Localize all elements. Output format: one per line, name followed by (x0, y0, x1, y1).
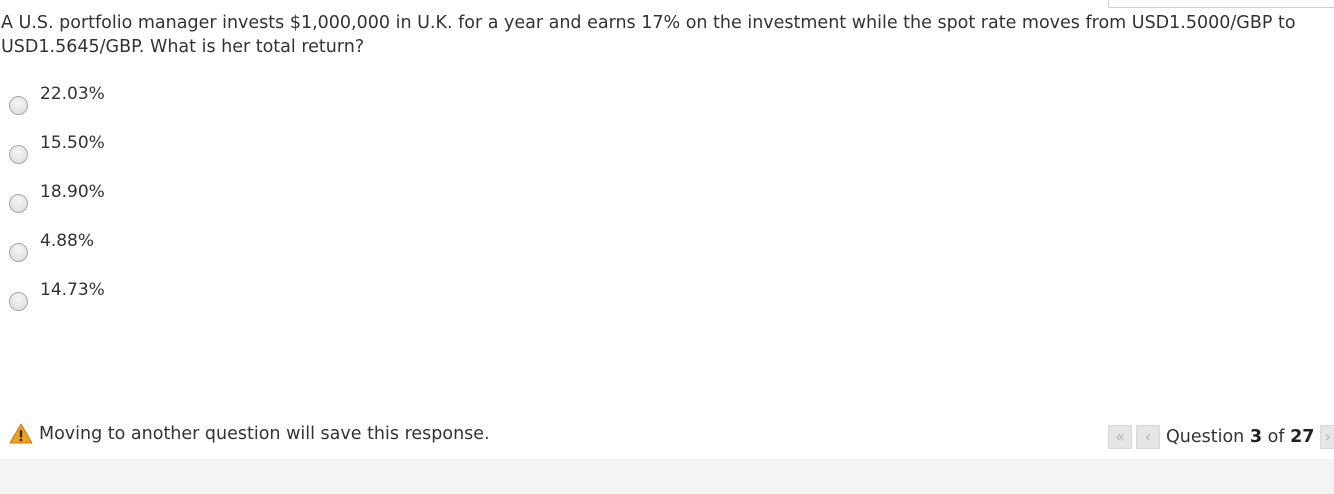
question-counter: Question 3 of 27 (1166, 425, 1314, 449)
answer-option[interactable]: 22.03% (0, 80, 400, 129)
warning-text: Moving to another question will save thi… (39, 424, 490, 444)
quiz-page: A U.S. portfolio manager invests $1,000,… (0, 0, 1334, 494)
footer-bar (0, 459, 1334, 494)
question-text: A U.S. portfolio manager invests $1,000,… (1, 13, 1296, 57)
answer-label: 22.03% (40, 84, 105, 104)
answer-option[interactable]: 18.90% (0, 178, 400, 227)
answer-option[interactable]: 4.88% (0, 227, 400, 276)
top-frame-edge (1108, 0, 1334, 8)
answer-label: 4.88% (40, 231, 95, 251)
previous-question-button[interactable]: ‹ (1136, 425, 1160, 449)
answer-label: 14.73% (40, 280, 105, 300)
question-counter-of: of (1267, 427, 1285, 447)
radio-button[interactable] (9, 145, 28, 164)
radio-button[interactable] (9, 96, 28, 115)
total-question-count: 27 (1290, 427, 1315, 447)
save-warning: Moving to another question will save thi… (9, 421, 490, 447)
answer-option[interactable]: 15.50% (0, 129, 400, 178)
warning-triangle-icon (9, 422, 33, 446)
answer-option[interactable]: 14.73% (0, 276, 400, 325)
first-question-button[interactable]: « (1108, 425, 1132, 449)
radio-button[interactable] (9, 194, 28, 213)
radio-button[interactable] (9, 243, 28, 262)
current-question-number: 3 (1249, 427, 1263, 447)
answer-label: 15.50% (40, 133, 105, 153)
question-navigation: « ‹ Question 3 of 27 › (1108, 424, 1334, 450)
question-counter-prefix: Question (1166, 427, 1245, 447)
radio-button[interactable] (9, 292, 28, 311)
next-question-button[interactable]: › (1320, 425, 1334, 449)
answer-label: 18.90% (40, 182, 105, 202)
answer-options: 22.03% 15.50% 18.90% 4.88% 14.73% (0, 80, 400, 325)
